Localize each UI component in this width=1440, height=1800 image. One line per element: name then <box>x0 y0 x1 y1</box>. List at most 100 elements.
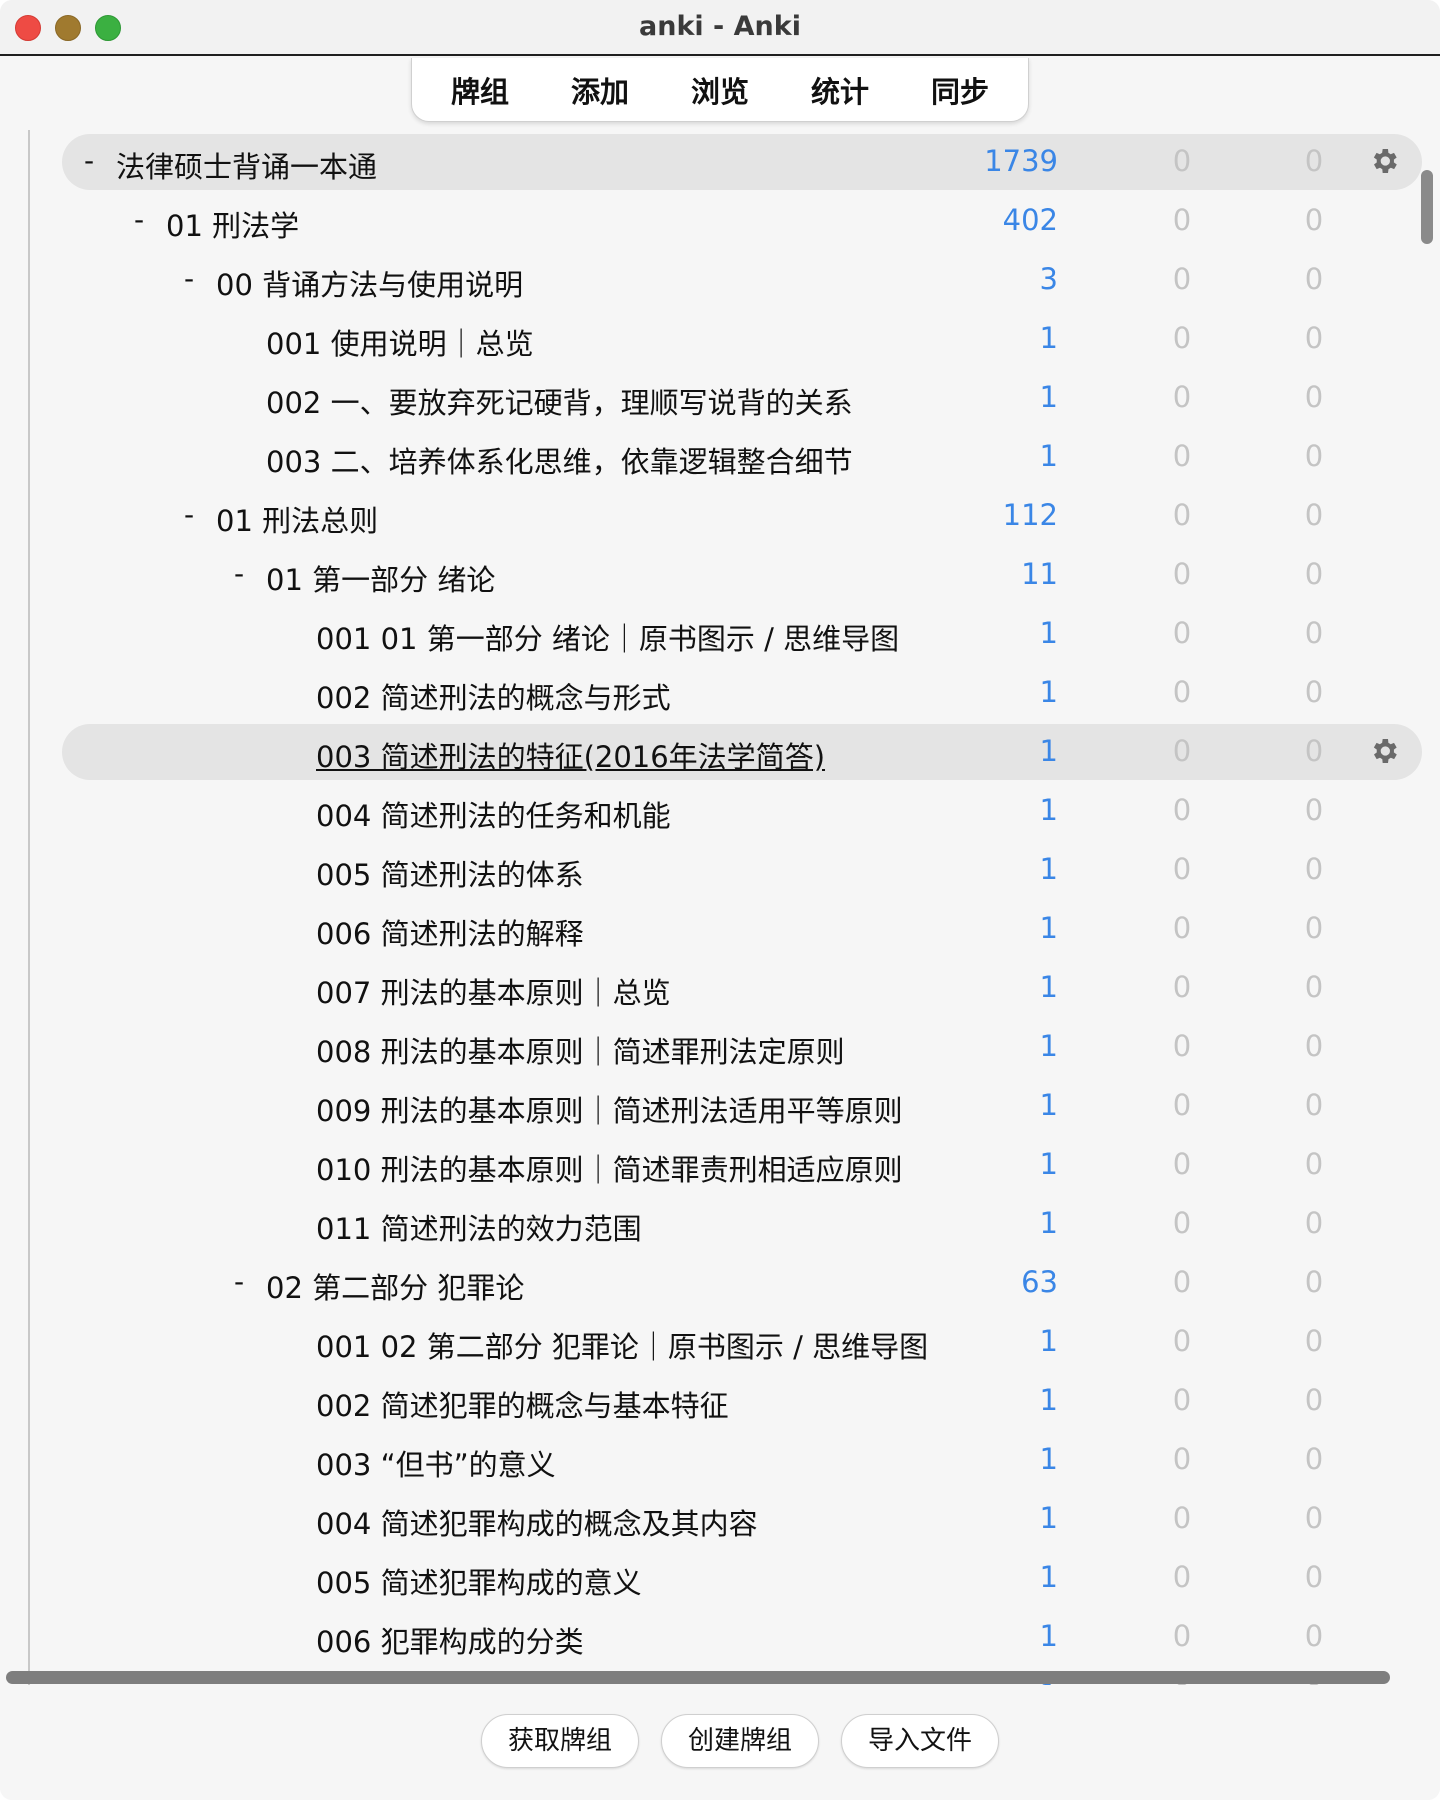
deck-row[interactable]: 003 “但书”的意义 1 0 0 <box>62 1432 1422 1488</box>
deck-name[interactable]: 004 简述刑法的任务和机能 <box>316 793 671 835</box>
collapse-toggle[interactable]: - <box>234 1265 244 1298</box>
collapse-toggle[interactable]: - <box>184 262 194 295</box>
deck-row[interactable]: 004 简述犯罪构成的概念及其内容 1 0 0 <box>62 1491 1422 1547</box>
deck-row[interactable]: -01 刑法学 402 0 0 <box>62 193 1422 249</box>
due-count: 1 <box>1039 675 1058 709</box>
get-shared-decks-button[interactable]: 获取牌组 <box>481 1714 640 1768</box>
deck-row[interactable]: 006 简述刑法的解释 1 0 0 <box>62 901 1422 957</box>
deck-row[interactable]: -02 第二部分 犯罪论 63 0 0 <box>62 1255 1422 1311</box>
deck-name[interactable]: 02 第二部分 犯罪论 <box>266 1265 524 1307</box>
deck-row[interactable]: 004 简述刑法的任务和机能 1 0 0 <box>62 783 1422 839</box>
deck-row[interactable]: -01 刑法总则 112 0 0 <box>62 488 1422 544</box>
deck-row-current[interactable]: - 法律硕士背诵一本通 1739 0 0 <box>62 134 1422 190</box>
deck-name[interactable]: 011 简述刑法的效力范围 <box>316 1206 642 1248</box>
learn-count: 0 <box>1304 262 1324 296</box>
toolbar-decks-button[interactable]: 牌组 <box>420 69 540 111</box>
deck-row[interactable]: 002 简述刑法的概念与形式 1 0 0 <box>62 665 1422 721</box>
deck-row[interactable]: 002 一、要放弃死记硬背，理顺写说背的关系 1 0 0 <box>62 370 1422 426</box>
learn-count: 0 <box>1304 734 1324 768</box>
deck-name[interactable]: 01 刑法总则 <box>216 498 378 540</box>
deck-row[interactable]: 006 犯罪构成的分类 1 0 0 <box>62 1609 1422 1665</box>
learn-count: 0 <box>1304 970 1324 1004</box>
deck-name[interactable]: 法律硕士背诵一本通 <box>116 144 377 186</box>
deck-name[interactable]: 003 “但书”的意义 <box>316 1442 556 1484</box>
new-count: 0 <box>1172 203 1192 237</box>
due-count: 1 <box>1039 1088 1058 1122</box>
create-deck-button[interactable]: 创建牌组 <box>661 1714 820 1768</box>
new-count: 0 <box>1172 498 1192 532</box>
new-count: 0 <box>1172 734 1192 768</box>
new-count: 0 <box>1172 439 1192 473</box>
title-bar: anki - Anki <box>0 0 1440 56</box>
due-count: 1 <box>1039 1147 1058 1181</box>
deck-name[interactable]: 005 简述犯罪构成的意义 <box>316 1560 642 1602</box>
deck-name[interactable]: 002 一、要放弃死记硬背，理顺写说背的关系 <box>266 380 853 422</box>
deck-row[interactable]: 005 简述犯罪构成的意义 1 0 0 <box>62 1550 1422 1606</box>
toolbar-browse-button[interactable]: 浏览 <box>660 69 780 111</box>
toolbar-sync-button[interactable]: 同步 <box>900 69 1020 111</box>
bottom-bar: 获取牌组 创建牌组 导入文件 <box>0 1687 1440 1800</box>
deck-name[interactable]: 009 刑法的基本原则｜简述刑法适用平等原则 <box>316 1088 903 1130</box>
deck-row[interactable]: 007 刑法的基本原则｜总览 1 0 0 <box>62 960 1422 1016</box>
due-count: 1 <box>1039 1383 1058 1417</box>
deck-name[interactable]: 00 背诵方法与使用说明 <box>216 262 523 304</box>
deck-list: - 法律硕士背诵一本通 1739 0 0-01 刑法学 402 0 0-00 背诵方法与使用说… <box>0 130 1440 1685</box>
deck-name[interactable]: 003 简述刑法的特征(2016年法学简答) <box>316 734 825 776</box>
deck-row[interactable]: -00 背诵方法与使用说明 3 0 0 <box>62 252 1422 308</box>
collapse-toggle[interactable]: - <box>184 498 194 531</box>
deck-row-current[interactable]: 003 简述刑法的特征(2016年法学简答) 1 0 0 <box>62 724 1422 780</box>
deck-name[interactable]: 004 简述犯罪构成的概念及其内容 <box>316 1501 758 1543</box>
deck-row[interactable]: 003 二、培养体系化思维，依靠逻辑整合细节 1 0 0 <box>62 429 1422 485</box>
deck-row[interactable]: -01 第一部分 绪论 11 0 0 <box>62 547 1422 603</box>
deck-name[interactable]: 006 犯罪构成的分类 <box>316 1619 584 1661</box>
deck-row[interactable]: 001 02 第二部分 犯罪论｜原书图示 / 思维导图 1 0 0 <box>62 1314 1422 1370</box>
learn-count: 0 <box>1304 1383 1324 1417</box>
deck-row[interactable]: 011 简述刑法的效力范围 1 0 0 <box>62 1196 1422 1252</box>
collapse-toggle[interactable]: - <box>234 557 244 590</box>
learn-count: 0 <box>1304 498 1324 532</box>
toolbar-stats-button[interactable]: 统计 <box>780 69 900 111</box>
deck-name[interactable]: 005 简述刑法的体系 <box>316 852 584 894</box>
learn-count: 0 <box>1304 144 1324 178</box>
deck-row[interactable]: 009 刑法的基本原则｜简述刑法适用平等原则 1 0 0 <box>62 1078 1422 1134</box>
new-count: 0 <box>1172 1619 1192 1653</box>
horizontal-scrollbar[interactable] <box>6 1671 1390 1684</box>
due-count: 1 <box>1039 380 1058 414</box>
deck-name[interactable]: 008 刑法的基本原则｜简述罪刑法定原则 <box>316 1029 845 1071</box>
deck-row[interactable]: 005 简述刑法的体系 1 0 0 <box>62 842 1422 898</box>
deck-name[interactable]: 001 01 第一部分 绪论｜原书图示 / 思维导图 <box>316 616 899 658</box>
toolbar-add-button[interactable]: 添加 <box>540 69 660 111</box>
due-count: 1 <box>1039 793 1058 827</box>
deck-row[interactable]: 002 简述犯罪的概念与基本特征 1 0 0 <box>62 1373 1422 1429</box>
learn-count: 0 <box>1304 1560 1324 1594</box>
deck-name[interactable]: 001 02 第二部分 犯罪论｜原书图示 / 思维导图 <box>316 1324 928 1366</box>
deck-row[interactable]: 001 01 第一部分 绪论｜原书图示 / 思维导图 1 0 0 <box>62 606 1422 662</box>
deck-row[interactable]: 008 刑法的基本原则｜简述罪刑法定原则 1 0 0 <box>62 1019 1422 1075</box>
deck-name[interactable]: 01 第一部分 绪论 <box>266 557 495 599</box>
deck-row[interactable]: 001 使用说明｜总览 1 0 0 <box>62 311 1422 367</box>
deck-name[interactable]: 01 刑法学 <box>166 203 299 245</box>
due-count: 1 <box>1039 1324 1058 1358</box>
deck-name[interactable]: 006 简述刑法的解释 <box>316 911 584 953</box>
deck-name[interactable]: 001 使用说明｜总览 <box>266 321 534 363</box>
learn-count: 0 <box>1304 1442 1324 1476</box>
collapse-toggle[interactable]: - <box>84 144 94 177</box>
new-count: 0 <box>1172 1029 1192 1063</box>
new-count: 0 <box>1172 262 1192 296</box>
deck-name[interactable]: 003 二、培养体系化思维，依靠逻辑整合细节 <box>266 439 853 481</box>
deck-name[interactable]: 010 刑法的基本原则｜简述罪责刑相适应原则 <box>316 1147 903 1189</box>
import-file-button[interactable]: 导入文件 <box>841 1714 1000 1768</box>
new-count: 0 <box>1172 1206 1192 1240</box>
new-count: 0 <box>1172 675 1192 709</box>
collapse-toggle[interactable]: - <box>134 203 144 236</box>
deck-name[interactable]: 007 刑法的基本原则｜总览 <box>316 970 671 1012</box>
gear-icon[interactable] <box>1368 735 1400 767</box>
gear-icon[interactable] <box>1368 145 1400 177</box>
deck-name[interactable]: 002 简述刑法的概念与形式 <box>316 675 671 717</box>
vertical-scrollbar[interactable] <box>1421 170 1433 244</box>
deck-name[interactable]: 002 简述犯罪的概念与基本特征 <box>316 1383 729 1425</box>
deck-row[interactable]: 010 刑法的基本原则｜简述罪责刑相适应原则 1 0 0 <box>62 1137 1422 1193</box>
new-count: 0 <box>1172 1501 1192 1535</box>
new-count: 0 <box>1172 616 1192 650</box>
learn-count: 0 <box>1304 557 1324 591</box>
